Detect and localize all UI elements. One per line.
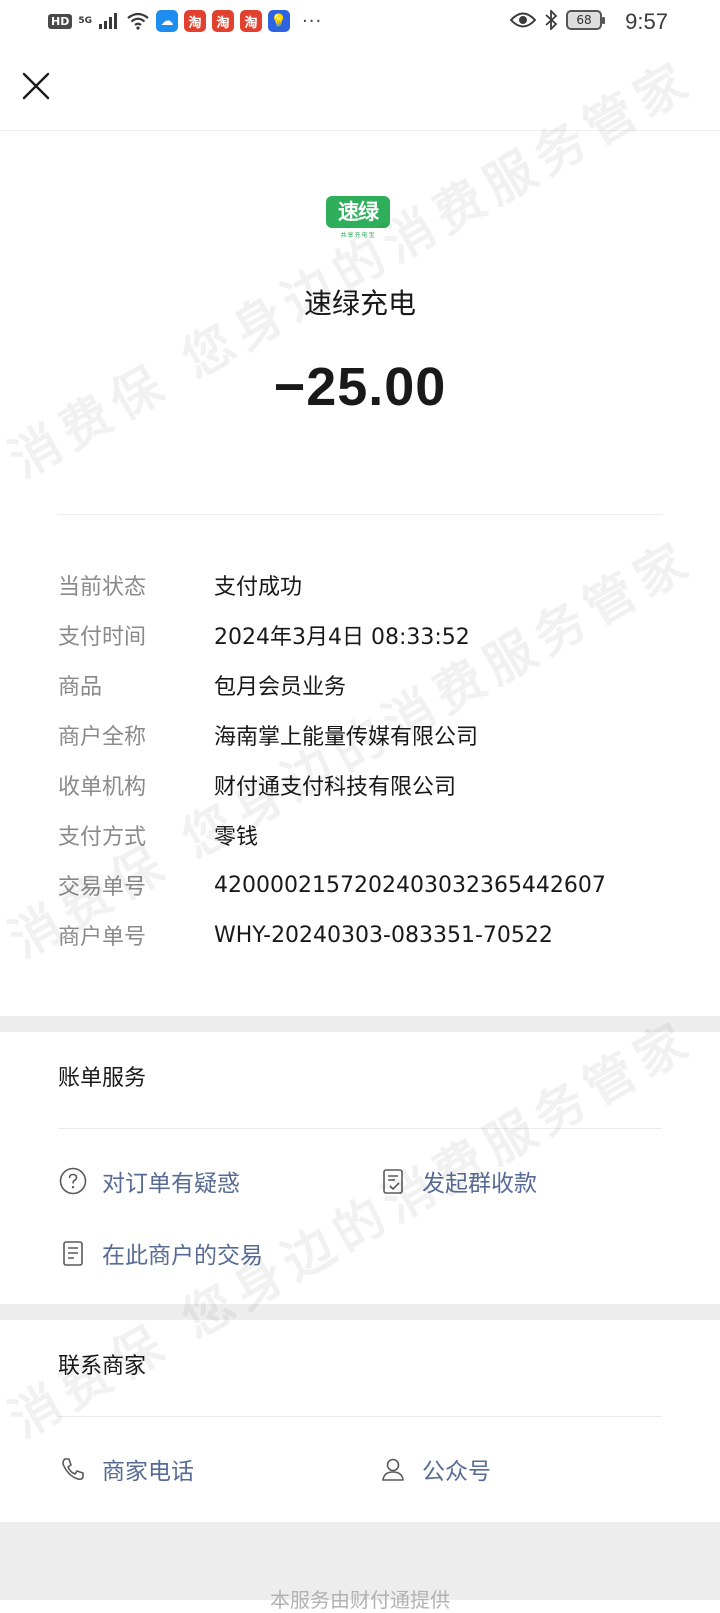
payment-amount: −25.00 [273, 357, 447, 417]
merchant-logo: 速绿 共享充电宝 [326, 196, 390, 242]
footer-text: 本服务由财付通提供 [270, 1588, 450, 1612]
transaction-details: 当前状态 支付成功 支付时间 2024年3月4日 08:33:52 商品 包月会… [58, 560, 678, 960]
order-question-link[interactable]: 对订单有疑惑 [58, 1164, 240, 1198]
signal-icon [99, 13, 117, 29]
weather-app-icon: ☁ [156, 10, 178, 32]
detail-value: 海南掌上能量传媒有限公司 [214, 725, 479, 750]
detail-label: 支付时间 [58, 625, 147, 650]
bulb-app-icon: 💡 [268, 10, 290, 32]
detail-value: 财付通支付科技有限公司 [214, 775, 457, 800]
taobao-app-icon: 淘 [240, 10, 262, 32]
bluetooth-icon [545, 10, 558, 30]
detail-row-product: 商品 包月会员业务 [58, 660, 678, 710]
status-bar: HD 5G ☁ 淘 淘 淘 💡 ··· 68 9:57 [0, 0, 720, 46]
person-icon [378, 1454, 408, 1484]
document-icon [58, 1238, 88, 1268]
group-receipt-icon [378, 1166, 408, 1196]
detail-label: 交易单号 [58, 875, 147, 900]
merchant-logo-subtitle: 共享充电宝 [340, 232, 376, 239]
contact-divider [58, 1416, 662, 1417]
amount-divider [58, 514, 662, 515]
group-receipt-link[interactable]: 发起群收款 [378, 1164, 537, 1198]
status-bar-right: 68 [510, 10, 605, 30]
merchant-phone-label[interactable]: 商家电话 [102, 1452, 194, 1486]
bill-service-title: 账单服务 [58, 1066, 147, 1091]
official-account-label[interactable]: 公众号 [422, 1452, 491, 1486]
phone-icon [58, 1454, 88, 1484]
hd-badge: HD [48, 13, 73, 29]
detail-row-time: 支付时间 2024年3月4日 08:33:52 [58, 610, 678, 660]
detail-value: 4200002157202403032365442607 [214, 872, 606, 898]
section-separator [0, 1304, 720, 1320]
merchant-phone-link[interactable]: 商家电话 [58, 1452, 194, 1486]
battery-icon: 68 [566, 10, 605, 30]
detail-row-transaction-id: 交易单号 4200002157202403032365442607 [58, 860, 678, 910]
contact-title: 联系商家 [58, 1354, 147, 1379]
section-separator [0, 1016, 720, 1032]
close-button[interactable] [18, 68, 54, 104]
detail-row-payment-method: 支付方式 零钱 [58, 810, 678, 860]
detail-row-status: 当前状态 支付成功 [58, 560, 678, 610]
eye-icon [510, 12, 536, 28]
bill-service-divider [58, 1128, 662, 1129]
group-receipt-label[interactable]: 发起群收款 [422, 1164, 537, 1198]
merchant-logo-text: 速绿 [326, 196, 390, 228]
merchant-name: 速绿充电 [303, 287, 416, 320]
detail-row-merchant-order-id: 商户单号 WHY-20240303-083351-70522 [58, 910, 678, 960]
merchant-transactions-link[interactable]: 在此商户的交易 [58, 1236, 263, 1270]
more-notifications-icon: ··· [302, 10, 323, 32]
order-question-label[interactable]: 对订单有疑惑 [102, 1164, 240, 1198]
taobao-app-icon: 淘 [184, 10, 206, 32]
detail-row-merchant-fullname: 商户全称 海南掌上能量传媒有限公司 [58, 710, 678, 760]
detail-value: 支付成功 [214, 575, 303, 600]
detail-label: 当前状态 [58, 575, 147, 600]
detail-label: 商户单号 [58, 925, 147, 950]
detail-label: 支付方式 [58, 825, 147, 850]
detail-label: 商品 [58, 675, 103, 700]
detail-value: 零钱 [214, 825, 259, 850]
footer: 本服务由财付通提供 [0, 1522, 720, 1612]
close-icon[interactable] [18, 68, 54, 104]
network-type: 5G [78, 15, 92, 26]
status-bar-left: HD 5G ☁ 淘 淘 淘 💡 ··· [48, 10, 322, 32]
taobao-app-icon: 淘 [212, 10, 234, 32]
detail-row-acquirer: 收单机构 财付通支付科技有限公司 [58, 760, 678, 810]
detail-value: 2024年3月4日 08:33:52 [214, 625, 470, 650]
top-divider [0, 130, 720, 131]
detail-value: WHY-20240303-083351-70522 [214, 922, 553, 948]
detail-value: 包月会员业务 [214, 675, 347, 700]
official-account-link[interactable]: 公众号 [378, 1452, 491, 1486]
question-icon [58, 1166, 88, 1196]
detail-label: 商户全称 [58, 725, 147, 750]
watermark-text: 消费保 您身边的消费服务管家 [0, 49, 704, 490]
wifi-icon [127, 12, 149, 30]
merchant-transactions-label[interactable]: 在此商户的交易 [102, 1236, 263, 1270]
detail-label: 收单机构 [58, 775, 147, 800]
status-time: 9:57 [625, 9, 668, 34]
